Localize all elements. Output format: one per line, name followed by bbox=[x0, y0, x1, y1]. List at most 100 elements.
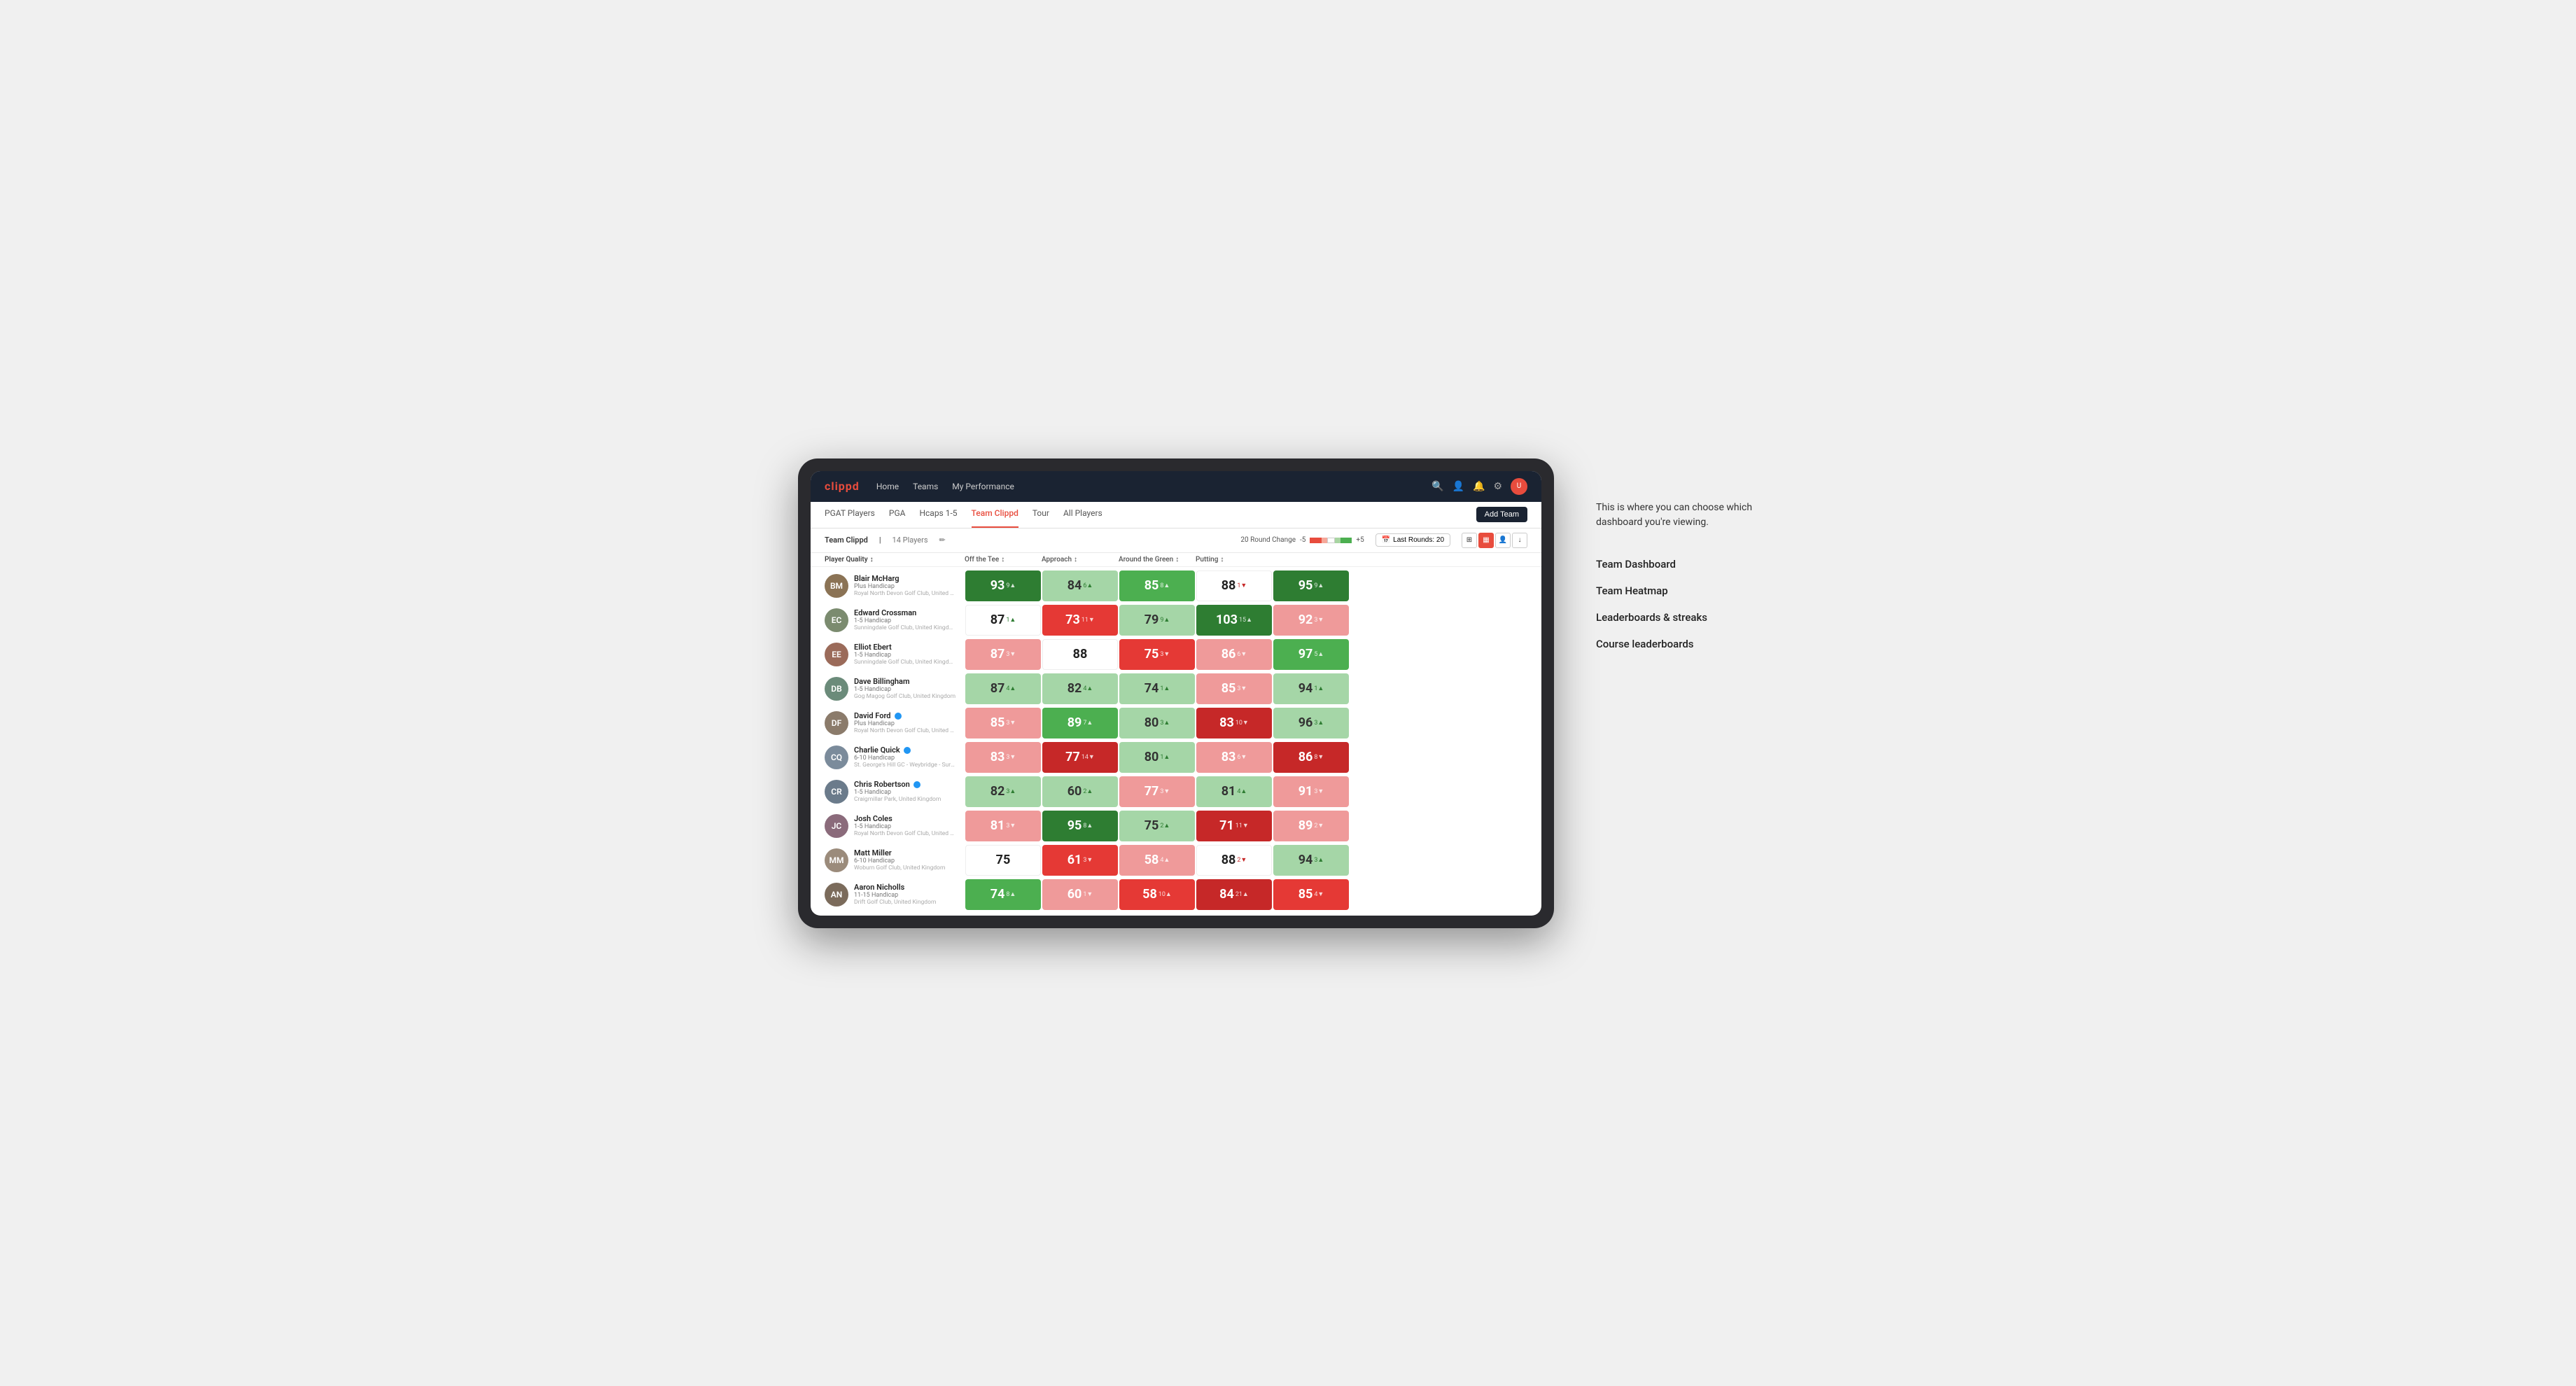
score-value: 60 bbox=[1068, 784, 1082, 799]
player-hcp: 6-10 Handicap bbox=[854, 755, 956, 762]
score-value: 88 bbox=[1222, 578, 1236, 593]
annotation-item-2: Leaderboards & streaks bbox=[1596, 604, 1778, 631]
tab-pga[interactable]: PGA bbox=[889, 502, 906, 528]
score-cell: 80 3▲ bbox=[1119, 708, 1195, 738]
add-team-button[interactable]: Add Team bbox=[1476, 507, 1527, 522]
player-row[interactable]: CQ Charlie Quick 6-10 Handicap St. Georg… bbox=[825, 741, 1527, 774]
score-change: 3▼ bbox=[1006, 822, 1016, 830]
tab-tour[interactable]: Tour bbox=[1032, 502, 1049, 528]
col-off-tee[interactable]: Off the Tee ↕ bbox=[965, 556, 1042, 564]
score-value: 97 bbox=[1298, 647, 1313, 662]
score-change: 4▼ bbox=[1314, 890, 1324, 898]
col-putting[interactable]: Putting ↕ bbox=[1196, 556, 1273, 564]
player-name: Edward Crossman bbox=[854, 608, 956, 617]
player-row[interactable]: EC Edward Crossman 1-5 Handicap Sunningd… bbox=[825, 604, 1527, 636]
settings-icon[interactable]: ⚙ bbox=[1493, 481, 1502, 492]
player-details: Edward Crossman 1-5 Handicap Sunningdale… bbox=[854, 608, 956, 631]
table-view-button[interactable]: ▦ bbox=[1478, 533, 1494, 548]
player-club: Craigmillar Park, United Kingdom bbox=[854, 796, 941, 803]
player-avatar: MM bbox=[825, 848, 848, 872]
players-list: BM Blair McHarg Plus Handicap Royal Nort… bbox=[811, 567, 1541, 916]
person-icon[interactable]: 👤 bbox=[1452, 481, 1464, 492]
nav-teams[interactable]: Teams bbox=[913, 479, 938, 494]
player-row[interactable]: BM Blair McHarg Plus Handicap Royal Nort… bbox=[825, 570, 1527, 602]
score-value: 80 bbox=[1144, 715, 1159, 730]
score-cell: 89 7▲ bbox=[1042, 708, 1118, 738]
player-row[interactable]: CR Chris Robertson 1-5 Handicap Craigmil… bbox=[825, 776, 1527, 808]
player-row[interactable]: EE Elliot Ebert 1-5 Handicap Sunningdale… bbox=[825, 638, 1527, 671]
sort-icon-approach: ↕ bbox=[1074, 556, 1077, 564]
player-row[interactable]: JC Josh Coles 1-5 Handicap Royal North D… bbox=[825, 810, 1527, 842]
player-row[interactable]: MM Matt Miller 6-10 Handicap Woburn Golf… bbox=[825, 844, 1527, 876]
player-avatar: EE bbox=[825, 643, 848, 666]
score-cell: 82 4▲ bbox=[1042, 673, 1118, 704]
player-avatar: EC bbox=[825, 608, 848, 632]
user-avatar[interactable]: U bbox=[1511, 478, 1527, 495]
score-cell: 89 2▼ bbox=[1273, 811, 1349, 841]
tab-team-clippd[interactable]: Team Clippd bbox=[972, 502, 1018, 528]
player-info: EC Edward Crossman 1-5 Handicap Sunningd… bbox=[825, 608, 965, 632]
score-cell: 83 10▼ bbox=[1196, 708, 1272, 738]
score-cell: 91 3▼ bbox=[1273, 776, 1349, 807]
player-name: David Ford bbox=[854, 711, 956, 720]
last-rounds-button[interactable]: 📅 Last Rounds: 20 bbox=[1376, 533, 1450, 547]
score-value: 87 bbox=[990, 612, 1005, 627]
score-value: 60 bbox=[1068, 887, 1082, 902]
tab-hcaps[interactable]: Hcaps 1-5 bbox=[919, 502, 957, 528]
player-name: Dave Billingham bbox=[854, 677, 955, 686]
col-around-green[interactable]: Around the Green ↕ bbox=[1119, 556, 1196, 564]
tab-pgat-players[interactable]: PGAT Players bbox=[825, 502, 875, 528]
tablet-screen: clippd Home Teams My Performance 🔍 👤 🔔 ⚙… bbox=[811, 471, 1541, 916]
score-cell: 84 6▲ bbox=[1042, 570, 1118, 601]
score-value: 95 bbox=[1068, 818, 1082, 833]
calendar-icon: 📅 bbox=[1382, 536, 1390, 544]
score-value: 82 bbox=[1068, 681, 1082, 696]
score-change: 9▲ bbox=[1314, 582, 1324, 589]
score-change: 1▲ bbox=[1006, 616, 1016, 624]
score-cell: 58 10▲ bbox=[1119, 879, 1195, 910]
score-change: 3▲ bbox=[1160, 719, 1170, 727]
col-player-quality[interactable]: Player Quality ↕ bbox=[825, 556, 965, 564]
nav-home[interactable]: Home bbox=[876, 479, 899, 494]
search-icon[interactable]: 🔍 bbox=[1432, 481, 1443, 492]
sidebar-annotations: This is where you can choose which dashb… bbox=[1596, 458, 1778, 657]
score-value: 96 bbox=[1298, 715, 1313, 730]
score-value: 87 bbox=[990, 681, 1005, 696]
score-change: 3▼ bbox=[1083, 856, 1093, 864]
score-change: 4▲ bbox=[1160, 856, 1170, 864]
score-value: 77 bbox=[1065, 750, 1080, 764]
score-cell: 95 9▲ bbox=[1273, 570, 1349, 601]
range-neg: -5 bbox=[1300, 536, 1306, 544]
player-hcp: Plus Handicap bbox=[854, 720, 956, 727]
col-label-player-quality: Player Quality bbox=[825, 556, 868, 564]
score-value: 87 bbox=[990, 647, 1005, 662]
person-view-button[interactable]: 👤 bbox=[1495, 533, 1511, 548]
tab-all-players[interactable]: All Players bbox=[1063, 502, 1102, 528]
player-row[interactable]: DB Dave Billingham 1-5 Handicap Gog Mago… bbox=[825, 673, 1527, 705]
edit-icon[interactable]: ✏ bbox=[939, 536, 946, 545]
logo: clippd bbox=[825, 479, 860, 493]
player-hcp: 1-5 Handicap bbox=[854, 823, 956, 830]
score-change: 2▲ bbox=[1160, 822, 1170, 830]
score-cell: 86 6▼ bbox=[1196, 639, 1272, 670]
nav-my-performance[interactable]: My Performance bbox=[952, 479, 1014, 494]
score-value: 79 bbox=[1144, 612, 1159, 627]
player-row[interactable]: AN Aaron Nicholls 11-15 Handicap Drift G… bbox=[825, 878, 1527, 911]
download-button[interactable]: ↓ bbox=[1512, 533, 1527, 548]
col-approach[interactable]: Approach ↕ bbox=[1042, 556, 1119, 564]
player-row[interactable]: DF David Ford Plus Handicap Royal North … bbox=[825, 707, 1527, 739]
score-cell: 84 21▲ bbox=[1196, 879, 1272, 910]
score-change: 9▲ bbox=[1006, 582, 1016, 589]
score-cell: 88 bbox=[1042, 639, 1118, 670]
player-avatar: DF bbox=[825, 711, 848, 735]
score-value: 85 bbox=[990, 715, 1005, 730]
score-change: 4▲ bbox=[1006, 685, 1016, 692]
score-change: 8▲ bbox=[1083, 822, 1093, 830]
grid-view-button[interactable]: ⊞ bbox=[1462, 533, 1477, 548]
score-cell: 94 3▲ bbox=[1273, 845, 1349, 876]
bell-icon[interactable]: 🔔 bbox=[1473, 481, 1485, 492]
score-value: 89 bbox=[1298, 818, 1313, 833]
col-headers: Player Quality ↕ Off the Tee ↕ Approach … bbox=[811, 553, 1541, 567]
score-cell: 79 9▲ bbox=[1119, 605, 1195, 636]
score-change: 8▲ bbox=[1160, 582, 1170, 589]
